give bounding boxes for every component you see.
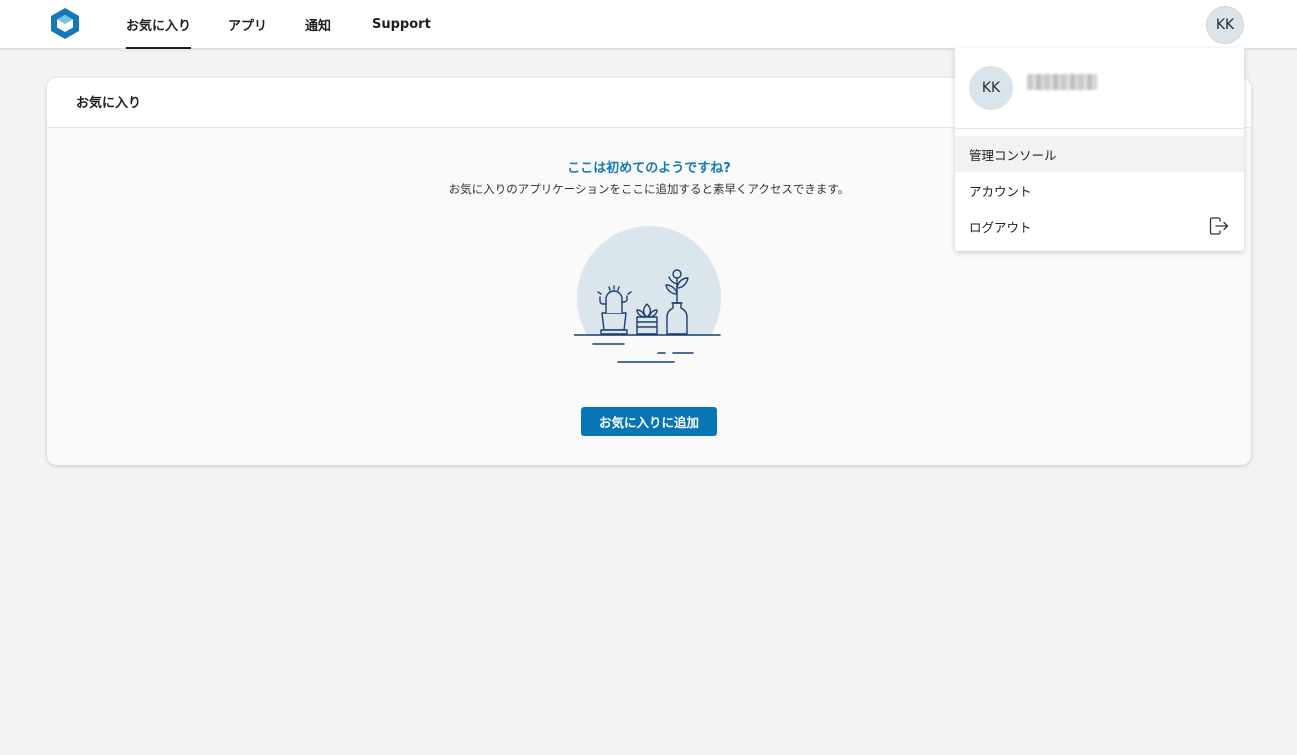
menu-divider <box>955 128 1244 129</box>
app-logo-icon[interactable] <box>49 7 81 40</box>
card-title: お気に入り <box>76 96 142 111</box>
menu-item-admin-console[interactable]: 管理コンソール <box>955 136 1244 172</box>
menu-avatar: KK <box>969 66 1013 110</box>
redacted-username <box>1027 74 1097 90</box>
user-avatar-button[interactable]: KK <box>1206 6 1244 44</box>
tab-notifications[interactable]: 通知 <box>305 0 331 49</box>
tab-apps-label: アプリ <box>228 19 268 34</box>
menu-item-account[interactable]: アカウント <box>955 172 1244 208</box>
tab-favorites-label: お気に入り <box>126 19 192 34</box>
menu-item-logout[interactable]: ログアウト <box>955 208 1244 244</box>
tab-apps[interactable]: アプリ <box>228 0 267 49</box>
logout-icon <box>1209 217 1229 235</box>
top-navigation-bar: お気に入り アプリ 通知 Support KK <box>0 0 1297 49</box>
add-to-favorites-button[interactable]: お気に入りに追加 <box>581 407 717 436</box>
tab-support-label: Support <box>372 17 431 32</box>
menu-item-logout-label: ログアウト <box>969 219 1032 235</box>
menu-item-account-label: アカウント <box>969 183 1032 199</box>
plants-on-shelf-illustration <box>574 226 724 368</box>
tab-notifications-label: 通知 <box>305 19 332 34</box>
tab-favorites[interactable]: お気に入り <box>126 0 192 49</box>
avatar-initials: KK <box>1215 17 1235 33</box>
user-menu-dropdown: KK 管理コンソール アカウント ログアウト <box>955 48 1244 251</box>
menu-item-admin-console-label: 管理コンソール <box>969 147 1057 163</box>
menu-avatar-initials: KK <box>981 80 1001 96</box>
tab-support[interactable]: Support <box>372 0 431 49</box>
